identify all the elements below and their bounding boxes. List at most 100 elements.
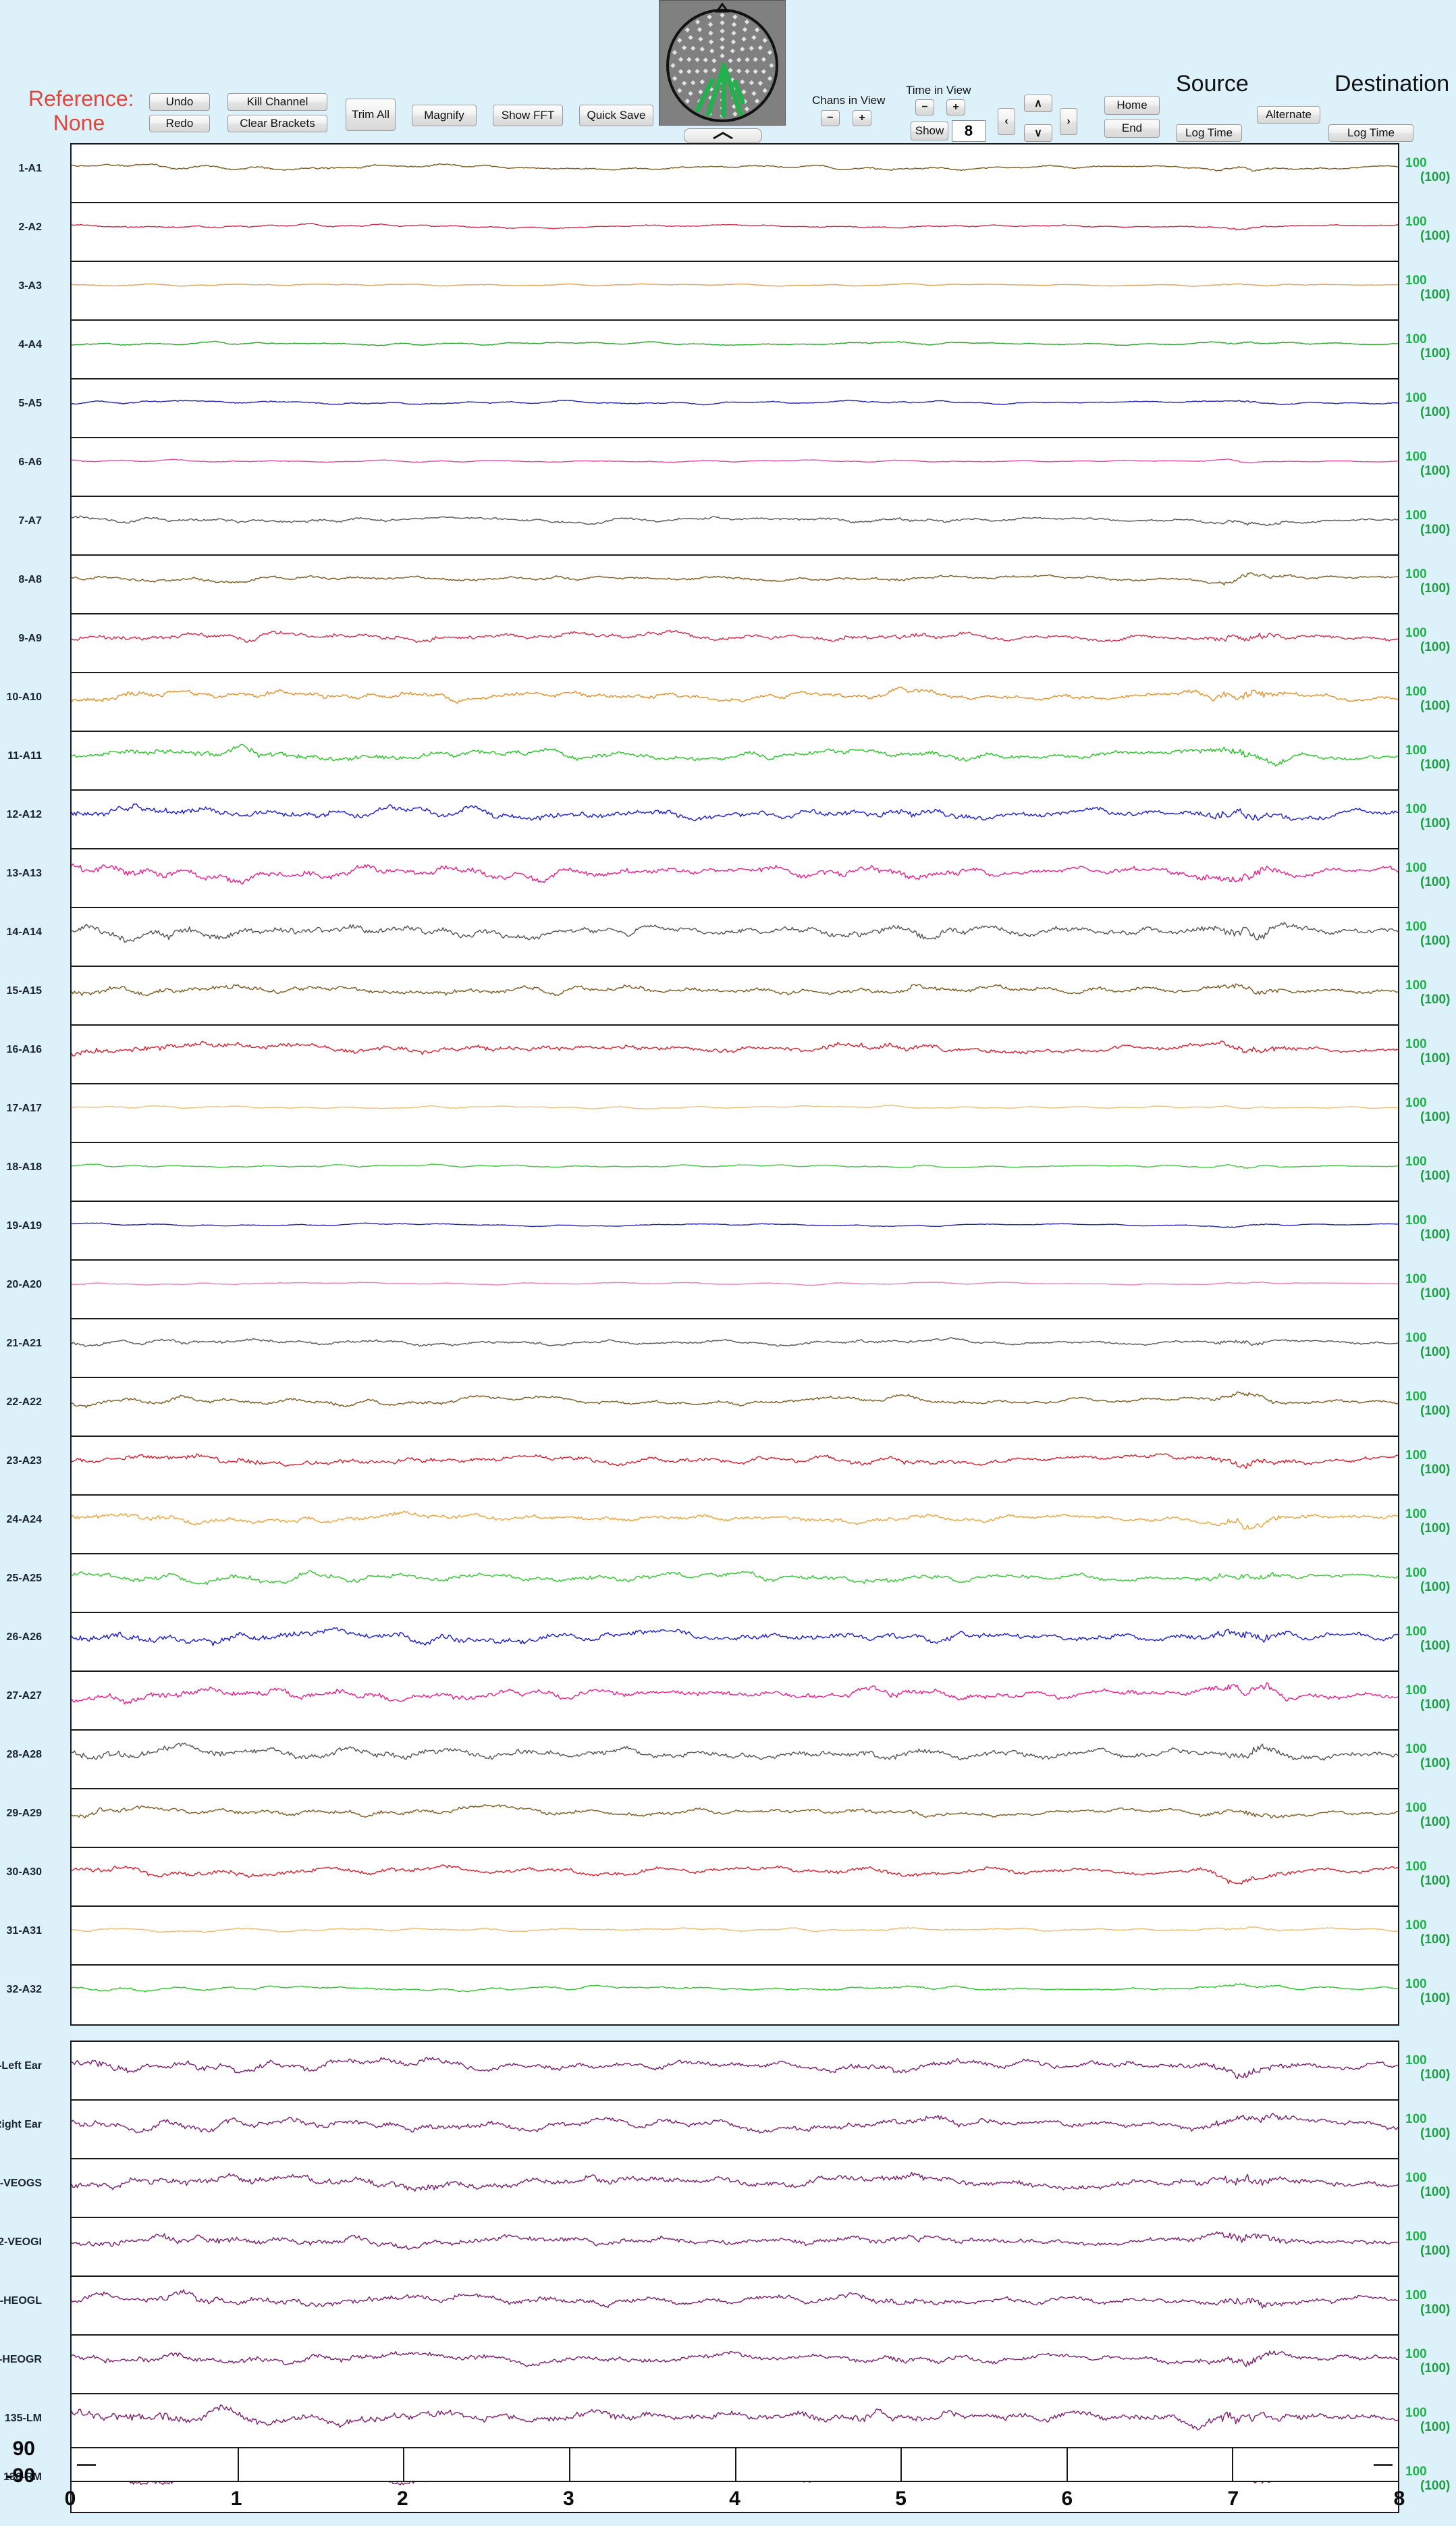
channel-scale-label[interactable]: 100 (100): [1405, 743, 1450, 772]
main-eeg-group[interactable]: [70, 143, 1399, 2026]
channel-scale-label[interactable]: 100 (100): [1405, 508, 1450, 537]
channel-row[interactable]: [72, 791, 1398, 849]
chans-in-view-plus-button[interactable]: +: [853, 110, 871, 126]
channel-scale-label[interactable]: 100 (100): [1405, 1272, 1450, 1300]
channel-row[interactable]: [72, 556, 1398, 614]
nav-handle-left[interactable]: [77, 2464, 96, 2466]
channel-scale-label[interactable]: 100 (100): [1405, 450, 1450, 478]
channel-scale-label[interactable]: 100 (100): [1405, 1860, 1450, 1888]
timeline-navigation-bar[interactable]: [70, 2447, 1399, 2482]
redo-button[interactable]: Redo: [149, 115, 210, 132]
channel-row[interactable]: [72, 2101, 1398, 2159]
channel-scale-label[interactable]: 100 (100): [1405, 332, 1450, 361]
previous-page-button[interactable]: ‹: [998, 108, 1015, 135]
channel-scale-label[interactable]: 100 (100): [1405, 1625, 1450, 1653]
channel-row[interactable]: [72, 2218, 1398, 2277]
channel-row[interactable]: [72, 1378, 1398, 1437]
channel-scale-label[interactable]: 100 (100): [1405, 1390, 1450, 1418]
scroll-up-button[interactable]: ∧: [1024, 95, 1052, 112]
source-log-time-button[interactable]: Log Time: [1176, 124, 1242, 142]
channel-scale-label[interactable]: 100 (100): [1405, 273, 1450, 302]
channel-row[interactable]: [72, 321, 1398, 379]
nav-handle-right[interactable]: [1374, 2464, 1393, 2466]
channel-row[interactable]: [72, 1966, 1398, 2024]
channel-scale-label[interactable]: 100 (100): [1405, 802, 1450, 831]
channel-scale-label[interactable]: 100 (100): [1405, 2230, 1450, 2258]
time-in-view-plus-button[interactable]: +: [946, 99, 965, 115]
headmap-collapse-button[interactable]: [684, 128, 762, 143]
clear-brackets-button[interactable]: Clear Brackets: [227, 115, 327, 132]
destination-log-time-button[interactable]: Log Time: [1328, 124, 1413, 142]
channel-scale-label[interactable]: 100 (100): [1405, 861, 1450, 889]
channel-row[interactable]: [72, 1613, 1398, 1672]
channel-scale-label[interactable]: 100 (100): [1405, 391, 1450, 419]
channel-row[interactable]: [72, 203, 1398, 262]
channel-row[interactable]: [72, 2277, 1398, 2336]
channel-row[interactable]: [72, 1437, 1398, 1496]
channel-row[interactable]: [72, 1848, 1398, 1907]
channel-row[interactable]: [72, 849, 1398, 908]
channel-row[interactable]: [72, 967, 1398, 1026]
channel-scale-label[interactable]: 100 (100): [1405, 1331, 1450, 1359]
channel-row[interactable]: [72, 1672, 1398, 1731]
alternate-button[interactable]: Alternate: [1257, 106, 1320, 124]
channel-row[interactable]: [72, 1084, 1398, 1143]
channel-scale-label[interactable]: 100 (100): [1405, 2288, 1450, 2317]
channel-scale-label[interactable]: 100 (100): [1405, 1742, 1450, 1770]
channel-scale-label[interactable]: 100 (100): [1405, 1507, 1450, 1535]
channel-scale-label[interactable]: 100 (100): [1405, 1096, 1450, 1124]
channel-row[interactable]: [72, 1731, 1398, 1789]
channel-scale-label[interactable]: 100 (100): [1405, 1037, 1450, 1065]
undo-button[interactable]: Undo: [149, 93, 210, 111]
channel-row[interactable]: [72, 2042, 1398, 2101]
channel-row[interactable]: [72, 379, 1398, 438]
time-in-view-input[interactable]: 8: [952, 120, 986, 142]
channel-scale-label[interactable]: 100 (100): [1405, 567, 1450, 596]
channel-scale-label[interactable]: 100 (100): [1405, 2112, 1450, 2140]
kill-channel-button[interactable]: Kill Channel: [227, 93, 327, 111]
channel-scale-label[interactable]: 100 (100): [1405, 978, 1450, 1007]
channel-scale-label[interactable]: 100 (100): [1405, 215, 1450, 243]
show-fft-button[interactable]: Show FFT: [493, 105, 563, 126]
channel-scale-label[interactable]: 100 (100): [1405, 1918, 1450, 1947]
next-page-button[interactable]: ›: [1060, 108, 1077, 135]
channel-scale-label[interactable]: 100 (100): [1405, 1683, 1450, 1712]
channel-scale-label[interactable]: 100 (100): [1405, 920, 1450, 948]
time-in-view-minus-button[interactable]: −: [915, 99, 934, 115]
channel-row[interactable]: [72, 908, 1398, 967]
channel-row[interactable]: [72, 1261, 1398, 1319]
channel-row[interactable]: [72, 732, 1398, 791]
channel-row[interactable]: [72, 497, 1398, 556]
scroll-down-button[interactable]: ∨: [1024, 124, 1052, 142]
eeg-plot-area[interactable]: 1-A1 100 (100) 2-A2 100 (100) 3-A3 100 (100) 4-A4…: [0, 143, 1456, 2513]
channel-scale-label[interactable]: 100 (100): [1405, 2053, 1450, 2082]
channel-row[interactable]: [72, 1319, 1398, 1378]
channel-row[interactable]: [72, 1789, 1398, 1848]
channel-row[interactable]: [72, 673, 1398, 732]
channel-scale-label[interactable]: 100 (100): [1405, 626, 1450, 654]
channel-row[interactable]: [72, 1554, 1398, 1613]
channel-scale-label[interactable]: 100 (100): [1405, 1213, 1450, 1242]
electrode-head-map[interactable]: [659, 0, 786, 126]
channel-scale-label[interactable]: 100 (100): [1405, 1448, 1450, 1477]
channel-row[interactable]: [72, 1496, 1398, 1554]
channel-scale-label[interactable]: 100 (100): [1405, 2171, 1450, 2199]
magnify-button[interactable]: Magnify: [412, 105, 477, 126]
quick-save-button[interactable]: Quick Save: [579, 105, 653, 126]
channel-scale-label[interactable]: 100 (100): [1405, 1801, 1450, 1829]
home-button[interactable]: Home: [1104, 96, 1160, 115]
channel-row[interactable]: [72, 2336, 1398, 2394]
channel-row[interactable]: [72, 1202, 1398, 1261]
chans-in-view-minus-button[interactable]: −: [821, 110, 840, 126]
channel-row[interactable]: [72, 144, 1398, 203]
end-button[interactable]: End: [1104, 119, 1160, 138]
channel-scale-label[interactable]: 100 (100): [1405, 2347, 1450, 2375]
show-button[interactable]: Show: [911, 122, 948, 140]
channel-scale-label[interactable]: 100 (100): [1405, 685, 1450, 713]
channel-scale-label[interactable]: 100 (100): [1405, 1155, 1450, 1183]
channel-scale-label[interactable]: 100 (100): [1405, 1977, 1450, 2005]
channel-row[interactable]: [72, 438, 1398, 497]
channel-row[interactable]: [72, 262, 1398, 321]
channel-scale-label[interactable]: 100 (100): [1405, 1566, 1450, 1594]
channel-row[interactable]: [72, 2159, 1398, 2218]
